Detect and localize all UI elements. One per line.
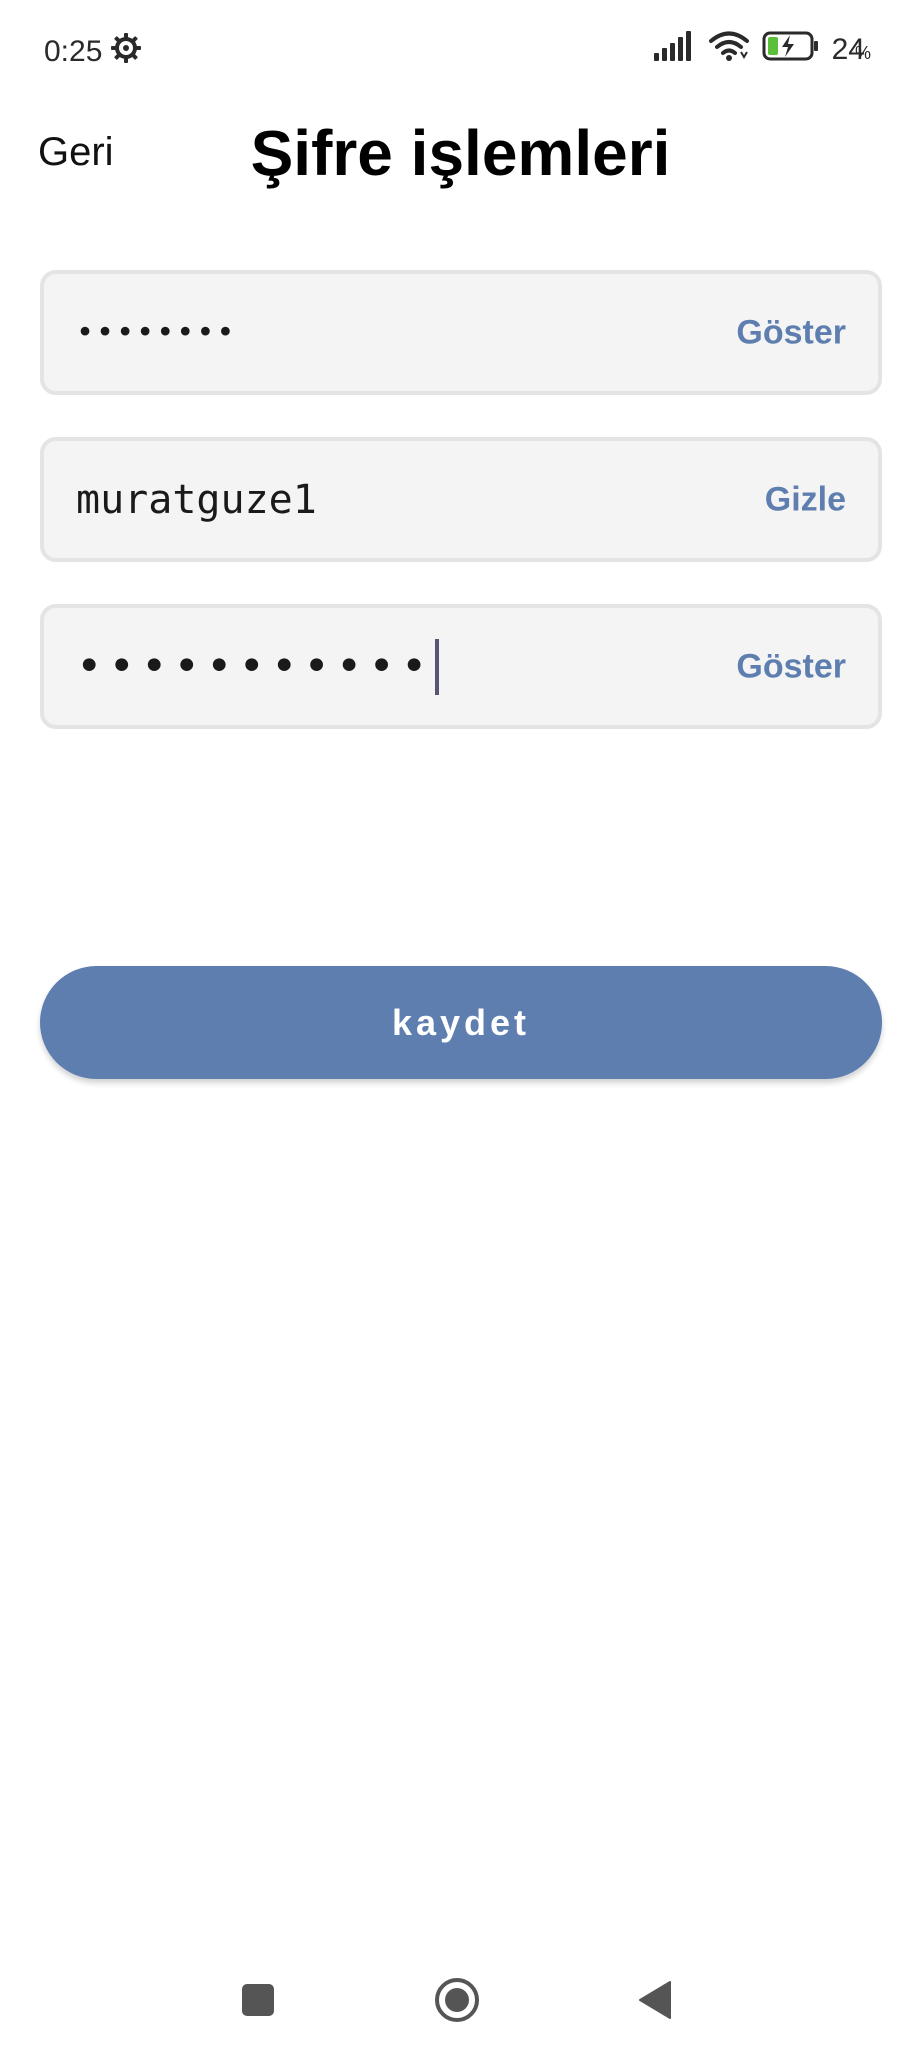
status-left: 0:25 <box>44 32 142 72</box>
cellular-signal-icon <box>653 31 696 69</box>
navigation-bar <box>0 1940 921 2048</box>
square-recents-icon <box>242 1984 274 2016</box>
save-button[interactable]: kaydet <box>40 966 882 1079</box>
back-nav-button[interactable] <box>626 1970 686 2030</box>
text-cursor <box>435 638 440 695</box>
new-password-value: muratguze1 <box>76 476 317 523</box>
current-password-value: •••••••• <box>76 315 237 350</box>
hide-new-password-button[interactable]: Gizle <box>765 480 846 519</box>
triangle-back-icon <box>639 1981 671 2019</box>
recents-button[interactable] <box>228 1970 288 2030</box>
circle-home-icon <box>435 1978 479 2022</box>
confirm-password-value: ••••••••••• <box>76 641 434 692</box>
show-current-password-button[interactable]: Göster <box>736 313 846 352</box>
gear-icon <box>110 32 142 72</box>
wifi-icon <box>708 30 750 70</box>
confirm-password-field[interactable]: ••••••••••• Göster <box>40 604 882 729</box>
home-button[interactable] <box>427 1970 487 2030</box>
battery-percent-sign: % <box>854 43 871 63</box>
status-time: 0:25 <box>44 35 103 68</box>
back-button[interactable]: Geri <box>38 130 114 175</box>
current-password-field[interactable]: •••••••• Göster <box>40 270 882 395</box>
new-password-field[interactable]: muratguze1 Gizle <box>40 437 882 562</box>
show-confirm-password-button[interactable]: Göster <box>736 647 846 686</box>
status-bar: 0:25 24% <box>0 0 921 104</box>
battery-charging-icon <box>762 31 820 69</box>
status-right: 24% <box>653 30 871 70</box>
page-title: Şifre işlemleri <box>250 117 671 189</box>
confirm-password-wrapper: ••••••••••• <box>76 638 440 695</box>
